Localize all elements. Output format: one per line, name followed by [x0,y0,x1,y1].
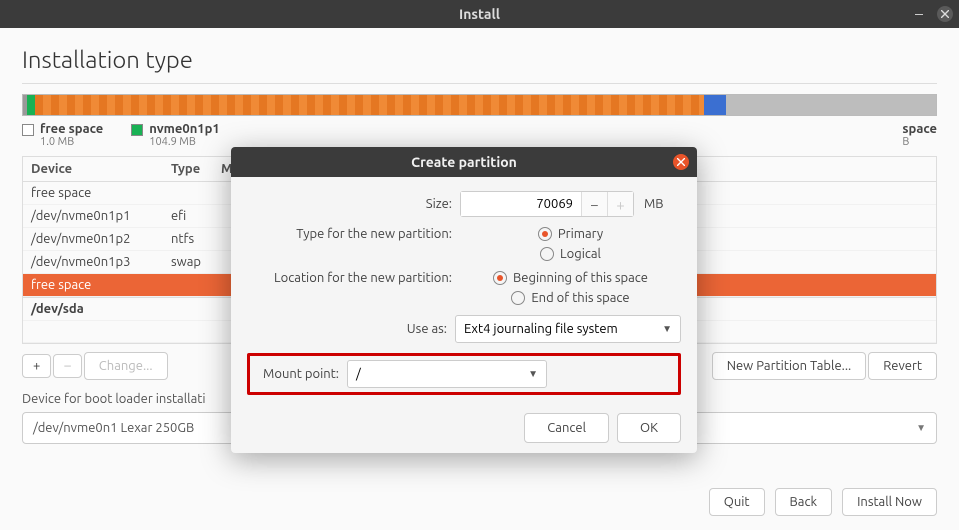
separator [22,83,937,84]
radio-beginning[interactable]: Beginning of this space [493,271,648,285]
ok-button[interactable]: OK [617,413,681,443]
size-decrement-button[interactable]: − [581,192,607,216]
radio-end[interactable]: End of this space [511,291,629,305]
radio-primary[interactable]: Primary [538,227,603,241]
legend-item: nvme0n1p1104.9 MB [131,122,219,148]
use-as-label: Use as: [247,322,447,336]
size-label: Size: [247,197,452,211]
close-icon[interactable] [673,154,689,170]
chevron-down-icon: ▼ [662,323,672,335]
install-now-button[interactable]: Install Now [842,488,937,516]
wizard-footer: Quit Back Install Now [709,488,937,516]
size-spinbox: − + [460,191,634,217]
remove-partition-button[interactable]: – [53,354,81,378]
new-partition-table-button[interactable]: New Partition Table... [712,352,867,380]
radio-logical[interactable]: Logical [540,247,601,261]
back-button[interactable]: Back [775,488,833,516]
page-title: Installation type [22,46,937,73]
size-increment-button[interactable]: + [607,192,633,216]
dialog-titlebar: Create partition [231,147,697,177]
chevron-down-icon: ▼ [528,368,538,380]
mount-point-label: Mount point: [254,367,339,381]
minimize-icon[interactable] [911,6,927,22]
disk-usage-bar [22,94,937,116]
legend-item: spaceB [902,122,937,148]
window-title: Install [459,6,500,22]
create-partition-dialog: Create partition Size: − + MB Type for t… [231,147,697,453]
quit-button[interactable]: Quit [709,488,765,516]
dialog-title: Create partition [411,154,517,170]
disk-legend: free space1.0 MB nvme0n1p1104.9 MB space… [22,122,937,148]
partition-location-label: Location for the new partition: [247,271,452,285]
legend-item: free space1.0 MB [22,122,103,148]
use-as-select[interactable]: Ext4 journaling file system ▼ [455,315,681,343]
window-controls [911,6,953,22]
size-input[interactable] [461,192,581,216]
mount-point-select[interactable]: / ▼ [347,360,547,388]
size-unit: MB [644,197,664,211]
chevron-down-icon: ▼ [916,422,926,434]
close-icon[interactable] [937,6,953,22]
cancel-button[interactable]: Cancel [524,413,609,443]
mount-point-highlight: Mount point: / ▼ [247,353,681,395]
window-titlebar: Install [0,0,959,28]
revert-button[interactable]: Revert [868,352,937,380]
change-partition-button[interactable]: Change... [84,352,168,380]
partition-type-label: Type for the new partition: [247,227,452,241]
add-partition-button[interactable]: + [22,354,51,378]
